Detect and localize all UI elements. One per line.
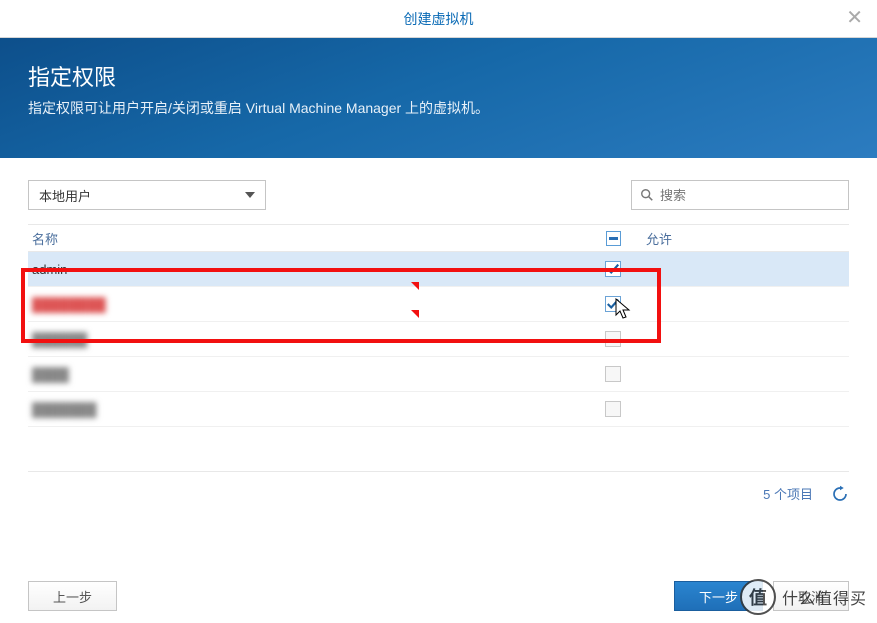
hero-banner: 指定权限 指定权限可让用户开启/关闭或重启 Virtual Machine Ma… [0,38,877,158]
column-header-checkbox[interactable] [588,231,638,246]
back-button[interactable]: 上一步 [28,581,117,611]
next-button[interactable]: 下一步 [674,581,763,611]
column-header-name[interactable]: 名称 [28,229,588,248]
chevron-down-icon [245,192,255,198]
allow-checkbox[interactable] [605,261,621,277]
permissions-table: 名称 允许 admin ████████ [28,224,849,503]
table-row[interactable]: ████████ [28,287,849,322]
user-name-cell: admin [28,262,588,277]
user-name-cell: ██████ [32,332,87,347]
refresh-icon[interactable] [831,485,849,503]
table-row[interactable]: ██████ [28,322,849,357]
content-area: 本地用户 名称 允许 admin [0,158,877,503]
user-name-cell: ███████ [32,402,96,417]
footer-buttons: 上一步 下一步 取消 [28,581,849,611]
table-row[interactable]: ███████ [28,392,849,427]
allow-checkbox[interactable] [605,401,621,417]
cancel-button[interactable]: 取消 [773,581,849,611]
table-header: 名称 允许 [28,224,849,252]
page-title: 指定权限 [28,60,849,92]
close-icon[interactable]: ✕ [846,8,863,28]
search-input[interactable] [660,188,840,203]
titlebar: 创建虚拟机 ✕ [0,0,877,38]
annotation-marker [411,310,419,318]
dropdown-value: 本地用户 [39,186,91,205]
window-title: 创建虚拟机 [404,9,474,29]
partial-check-icon[interactable] [606,231,621,246]
annotation-marker [411,282,419,290]
table-footer: 5 个项目 [28,471,849,503]
allow-checkbox[interactable] [605,296,621,312]
allow-checkbox[interactable] [605,331,621,347]
allow-checkbox[interactable] [605,366,621,382]
user-name-cell: ████ [32,367,69,382]
table-row[interactable]: admin [28,252,849,287]
search-icon [640,188,654,202]
user-name-cell: ████████ [32,297,106,312]
search-box[interactable] [631,180,849,210]
column-header-allow[interactable]: 允许 [638,229,849,248]
toolbar: 本地用户 [28,180,849,210]
user-scope-dropdown[interactable]: 本地用户 [28,180,266,210]
item-count: 5 个项目 [763,484,813,503]
table-row[interactable]: ████ [28,357,849,392]
page-subtitle: 指定权限可让用户开启/关闭或重启 Virtual Machine Manager… [28,98,849,118]
